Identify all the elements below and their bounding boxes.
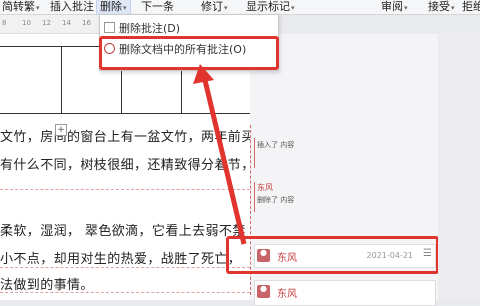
ribbon-toolbar: 简转繁▾ 插入批注 删除▾ 下一条 修订▾ 显示标记▾ 审阅▾ 接受▾ 拒绝 [0, 0, 480, 15]
table-add-handle[interactable]: + [55, 124, 67, 136]
show-markup-button[interactable]: 显示标记▾ [246, 0, 295, 14]
ruler-tick: 14 [62, 19, 71, 27]
avatar-icon [257, 284, 270, 298]
revision-text: 插入了 内容 [257, 141, 295, 149]
revision-delete-note[interactable]: 东风 删除了 内容 [254, 182, 307, 212]
text-line-1: 文竹，房间的窗台上有一盆文竹，两年前买 [0, 130, 255, 145]
accept-button[interactable]: 接受▾ [428, 0, 455, 14]
right-margin [438, 34, 480, 300]
revision-insert-note[interactable]: 插入了 内容 [254, 138, 307, 168]
document-page[interactable]: 文竹，房间的窗台上有一盆文竹，两年前买 有什么不同，树枝很细，还精致得分着节， … [0, 34, 254, 300]
reject-button[interactable]: 拒绝 [462, 0, 480, 14]
text-line-3: 柔软，湿润， 翠色欲滴，它看上去弱不禁 [0, 224, 246, 239]
comment-anchor-line [0, 267, 250, 268]
revision-text: 删除了 内容 [257, 196, 295, 204]
comment-anchor-line [0, 292, 250, 293]
comment-card[interactable]: 东风 [254, 280, 436, 306]
comment-anchor-line [0, 189, 250, 190]
text-line-4: 小不点，却用对生的热爱，战胜了死亡， [0, 252, 242, 267]
insert-comment-button[interactable]: 插入批注 [50, 0, 94, 14]
text-line-2: 有什么不同，树枝很细，还精致得分着节， [0, 158, 255, 173]
traditional-convert-button[interactable]: 简转繁▾ [2, 0, 40, 14]
comment-author: 东风 [277, 289, 297, 300]
ruler-tick: 8 [2, 19, 7, 27]
track-changes-button[interactable]: 修订▾ [201, 0, 228, 14]
table-column-line [61, 47, 62, 113]
highlight-comment-box [226, 236, 439, 274]
next-comment-button[interactable]: 下一条 [141, 0, 174, 14]
ruler-tick: 16 [82, 19, 91, 27]
text-line-5: 法做到的事情。 [0, 278, 94, 293]
ruler-tick: 12 [42, 19, 51, 27]
review-button[interactable]: 审阅▾ [381, 0, 408, 14]
revision-author: 东风 [257, 183, 273, 192]
highlight-menu-box [99, 36, 279, 70]
delete-comment-icon [104, 22, 115, 33]
ruler-tick: 10 [22, 19, 31, 27]
delete-button[interactable]: 删除▾ [96, 0, 131, 15]
